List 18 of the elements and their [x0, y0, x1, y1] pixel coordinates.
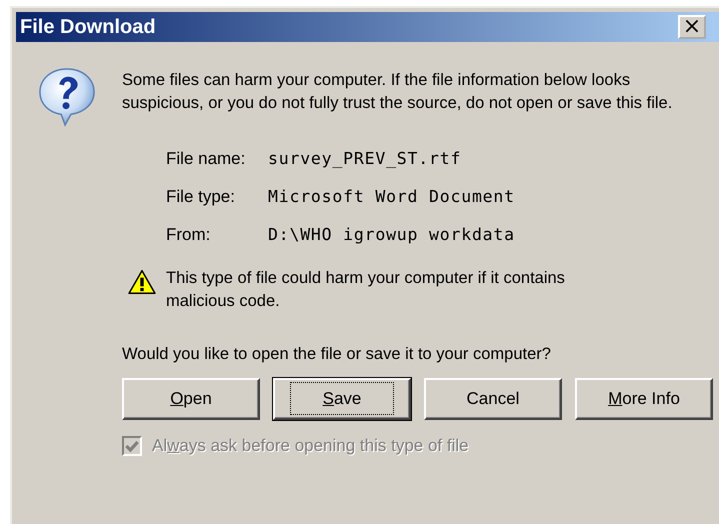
field-value: survey_PREV_ST.rtf: [268, 148, 462, 170]
warning-message: Some files can harm your computer. If the file information below looks suspicious, or you do not fully trust the source, do not open or save this file.: [122, 70, 674, 114]
field-value: Microsoft Word Document: [268, 186, 515, 208]
close-button[interactable]: ×: [678, 15, 706, 39]
window-title: File Download: [20, 16, 157, 38]
dialog-button[interactable]: More Info: [575, 378, 713, 420]
dialog-button[interactable]: Save: [273, 378, 411, 420]
checkbox-label: Always ask before opening this type of file: [152, 436, 469, 456]
question-text: Would you like to open the file or save it to your computer?: [122, 344, 551, 365]
warning-text: This type of file could harm your computer if it contains malicious code.: [166, 268, 566, 312]
dialog-button[interactable]: Cancel: [424, 378, 562, 420]
dialog-button[interactable]: Open: [122, 378, 260, 420]
field-label: File type:: [166, 186, 235, 208]
field-value: D:\WHO igrowup workdata: [268, 224, 515, 246]
field-label: File name:: [166, 148, 246, 170]
help-icon: [38, 66, 96, 128]
field-label: From:: [166, 224, 210, 246]
warning-icon: [128, 269, 156, 295]
